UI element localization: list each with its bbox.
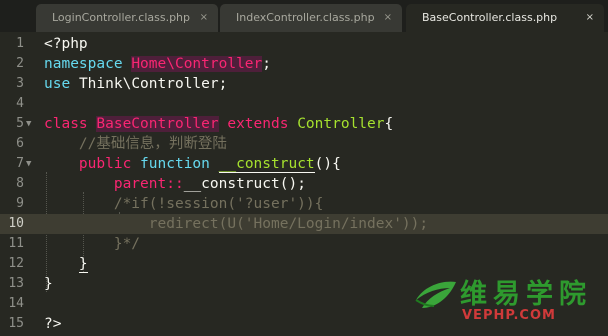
line-number: 12 (8, 256, 24, 271)
code-text: /*if(!session('?user')){ (113, 196, 324, 212)
line-number: 9 (16, 196, 24, 211)
line-number: 15 (8, 316, 24, 331)
line-number: 4 (16, 96, 24, 111)
code-line[interactable]: 5 ▼ class BaseController extends Control… (0, 114, 608, 134)
line-number: 10 (8, 216, 24, 231)
code-line[interactable]: 8 parent::__construct(); (0, 174, 608, 194)
leaf-logo-icon (415, 281, 456, 308)
code-line-current[interactable]: 10 redirect(U('Home/Login/index')); (0, 214, 608, 234)
tab-bar: LoginController.class.php × IndexControl… (0, 0, 608, 32)
code-text: redirect(U('Home/Login/index')); (148, 216, 429, 232)
tab-base-controller[interactable]: BaseController.class.php × (406, 4, 604, 32)
code-line[interactable]: 6 //基础信息，判断登陆 (0, 134, 608, 154)
code-text: <?php (44, 36, 88, 52)
code-line[interactable]: 2 namespace Home\Controller; (0, 54, 608, 74)
code-text: namespace Home\Controller; (44, 56, 271, 72)
watermark-title: 维易学院 (460, 279, 592, 310)
line-number: 3 (16, 76, 24, 91)
tab-index-controller[interactable]: IndexController.class.php × (220, 4, 402, 32)
tab-label: BaseController.class.php (422, 11, 558, 24)
code-text: }*/ (113, 236, 141, 252)
code-text: ?> (44, 316, 62, 332)
code-text: public function __construct(){ (78, 156, 341, 173)
code-line[interactable]: 9 /*if(!session('?user')){ (0, 194, 608, 214)
tab-login-controller[interactable]: LoginController.class.php × (36, 4, 218, 32)
code-text: } (44, 276, 53, 292)
close-icon[interactable]: × (586, 4, 594, 32)
fold-arrow-icon[interactable]: ▼ (26, 154, 31, 174)
code-line[interactable]: 4 (0, 94, 608, 114)
code-line[interactable]: 12 } (0, 254, 608, 274)
code-line[interactable]: 11 }*/ (0, 234, 608, 254)
code-text: parent::__construct(); (113, 176, 306, 192)
tab-label: IndexController.class.php (236, 11, 375, 24)
code-line[interactable]: 7 ▼ public function __construct(){ (0, 154, 608, 174)
line-number: 2 (16, 56, 24, 71)
tab-label: LoginController.class.php (52, 11, 191, 24)
code-text: } (78, 256, 88, 273)
code-text: use Think\Controller; (44, 76, 228, 92)
line-number: 5 (16, 116, 24, 131)
line-number: 1 (16, 36, 24, 51)
line-number: 7 (16, 156, 24, 171)
line-number: 6 (16, 136, 24, 151)
code-text: //基础信息，判断登陆 (78, 136, 227, 152)
line-number: 14 (8, 296, 24, 311)
fold-arrow-icon[interactable]: ▼ (26, 114, 31, 134)
line-number: 8 (16, 176, 24, 191)
line-number: 13 (8, 276, 24, 291)
watermark-subtitle: VEPHP.COM (462, 308, 556, 323)
code-line[interactable]: 1 <?php (0, 34, 608, 54)
code-line[interactable]: 3 use Think\Controller; (0, 74, 608, 94)
close-icon[interactable]: × (200, 4, 208, 32)
watermark-logo: 维易学院 VEPHP.COM (412, 272, 602, 328)
line-number: 11 (8, 236, 24, 251)
code-text: class BaseController extends Controller{ (44, 116, 394, 132)
close-icon[interactable]: × (384, 4, 392, 32)
